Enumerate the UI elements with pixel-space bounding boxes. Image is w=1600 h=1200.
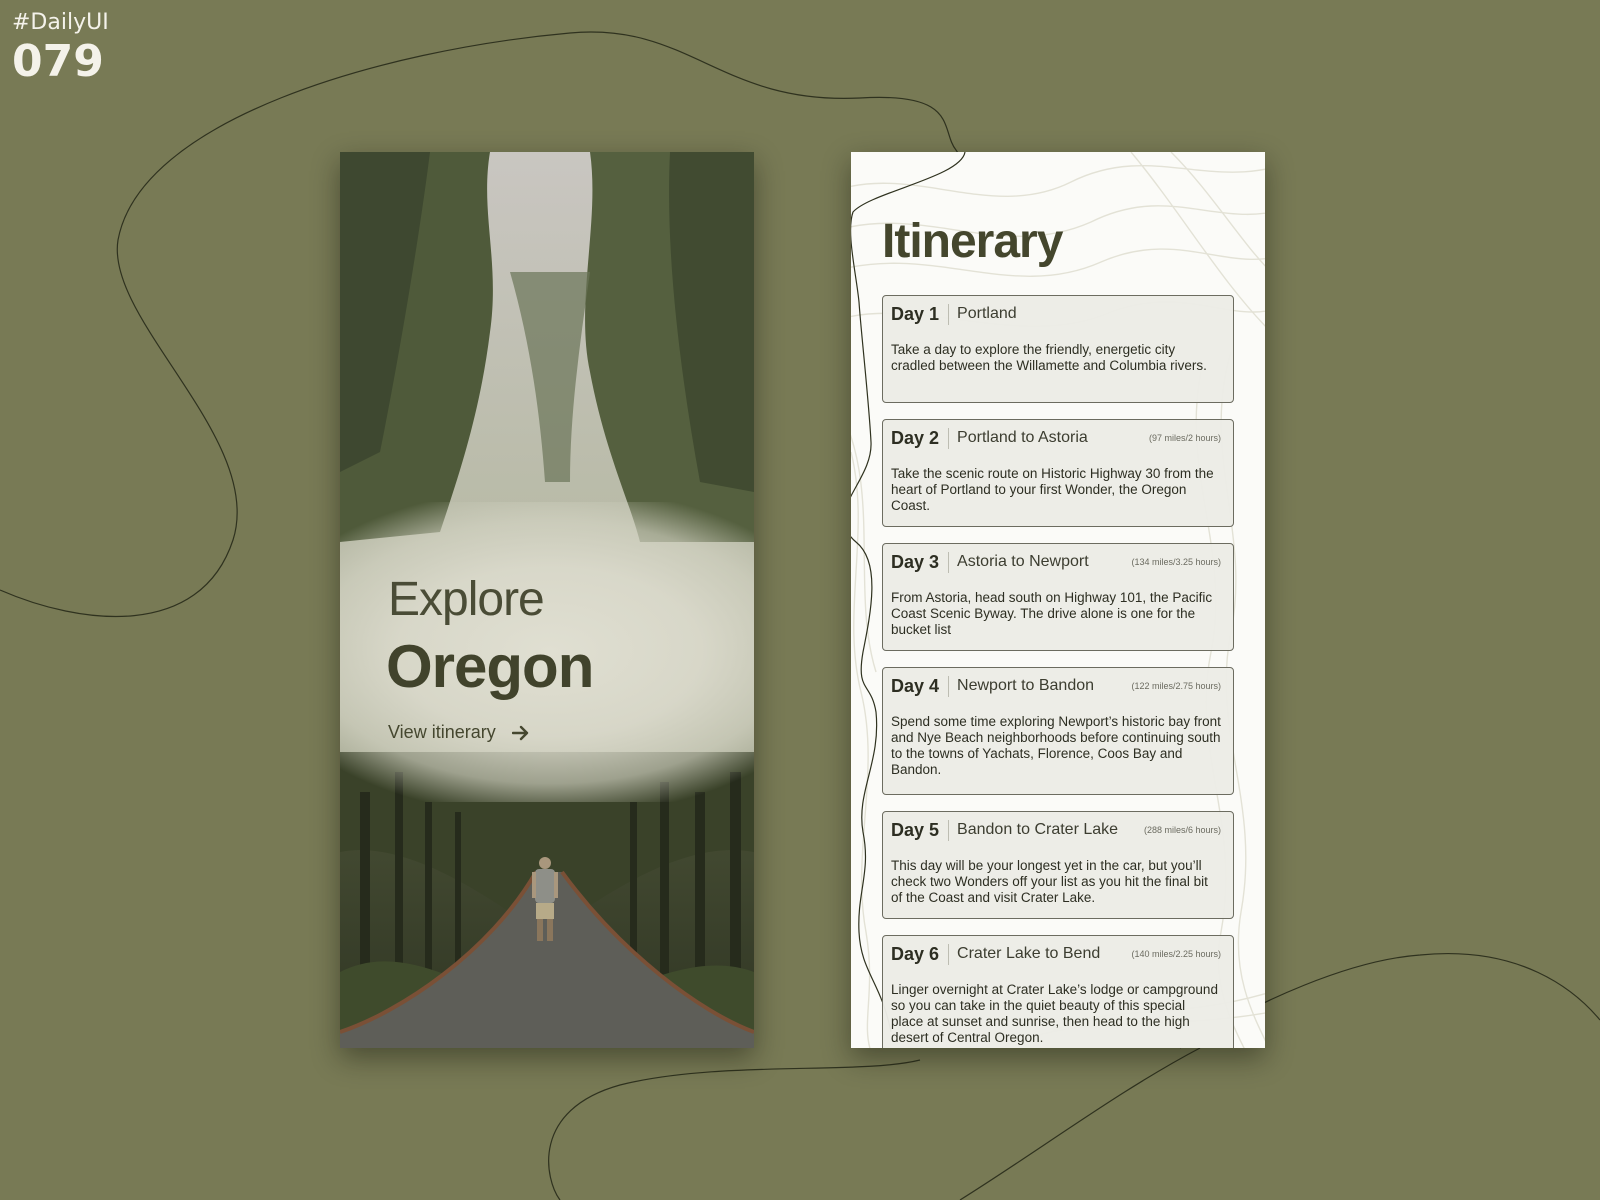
day-description: Spend some time exploring Newport’s hist…	[891, 714, 1221, 777]
day-distance: (140 miles/2.25 hours)	[1131, 949, 1221, 959]
day-description: Take a day to explore the friendly, ener…	[891, 342, 1207, 373]
itinerary-title: Itinerary	[882, 215, 1063, 268]
day-route: Crater Lake to Bend	[957, 945, 1101, 962]
daily-ui-tag: #DailyUI 079	[12, 12, 109, 84]
daily-ui-number: 079	[12, 36, 104, 87]
day-number: Day 5	[891, 819, 950, 841]
day-route: Portland to Astoria	[957, 429, 1088, 446]
daily-ui-hashtag: #DailyUI	[12, 10, 109, 35]
day-number: Day 2	[891, 427, 950, 449]
day-distance: (288 miles/6 hours)	[1143, 825, 1221, 835]
hero-title-oregon: Oregon	[386, 633, 594, 700]
day-description: From Astoria, head south on Highway 101,…	[891, 590, 1213, 637]
day-route: Bandon to Crater Lake	[957, 821, 1119, 838]
view-itinerary-link[interactable]: View itinerary	[388, 722, 530, 743]
decorative-route-line	[0, 31, 1600, 1200]
day-description: This day will be your longest yet in the…	[891, 858, 1208, 905]
explore-oregon-screen: Explore Oregon View itinerary	[340, 152, 754, 1048]
view-itinerary-label: View itinerary	[388, 722, 496, 742]
day-distance: (134 miles/3.25 hours)	[1131, 557, 1221, 567]
day-card-3[interactable]: Day 3 Astoria to Newport (134 miles/3.25…	[882, 543, 1234, 651]
day-card-1[interactable]: Day 1 Portland Take a day to explore the…	[882, 295, 1234, 403]
hero-title-explore: Explore	[388, 573, 545, 626]
itinerary-screen[interactable]: Itinerary Day 1 Portland Take a day to e…	[851, 152, 1265, 1048]
day-distance: (122 miles/2.75 hours)	[1131, 681, 1221, 691]
day-number: Day 6	[891, 943, 950, 965]
day-route: Newport to Bandon	[957, 677, 1095, 694]
day-number: Day 1	[891, 303, 950, 325]
day-description: Linger overnight at Crater Lake’s lodge …	[891, 982, 1218, 1045]
day-route: Portland	[957, 305, 1017, 322]
day-card-5[interactable]: Day 5 Bandon to Crater Lake (288 miles/6…	[882, 811, 1234, 919]
day-card-2[interactable]: Day 2 Portland to Astoria (97 miles/2 ho…	[882, 419, 1234, 527]
day-number: Day 4	[891, 675, 950, 697]
arrow-right-icon	[511, 725, 530, 741]
day-card-6[interactable]: Day 6 Crater Lake to Bend (140 miles/2.2…	[882, 935, 1234, 1048]
day-description: Take the scenic route on Historic Highwa…	[891, 466, 1214, 513]
day-number: Day 3	[891, 551, 950, 573]
day-card-4[interactable]: Day 4 Newport to Bandon (122 miles/2.75 …	[882, 667, 1234, 795]
day-distance: (97 miles/2 hours)	[1148, 433, 1221, 443]
day-route: Astoria to Newport	[957, 553, 1089, 570]
